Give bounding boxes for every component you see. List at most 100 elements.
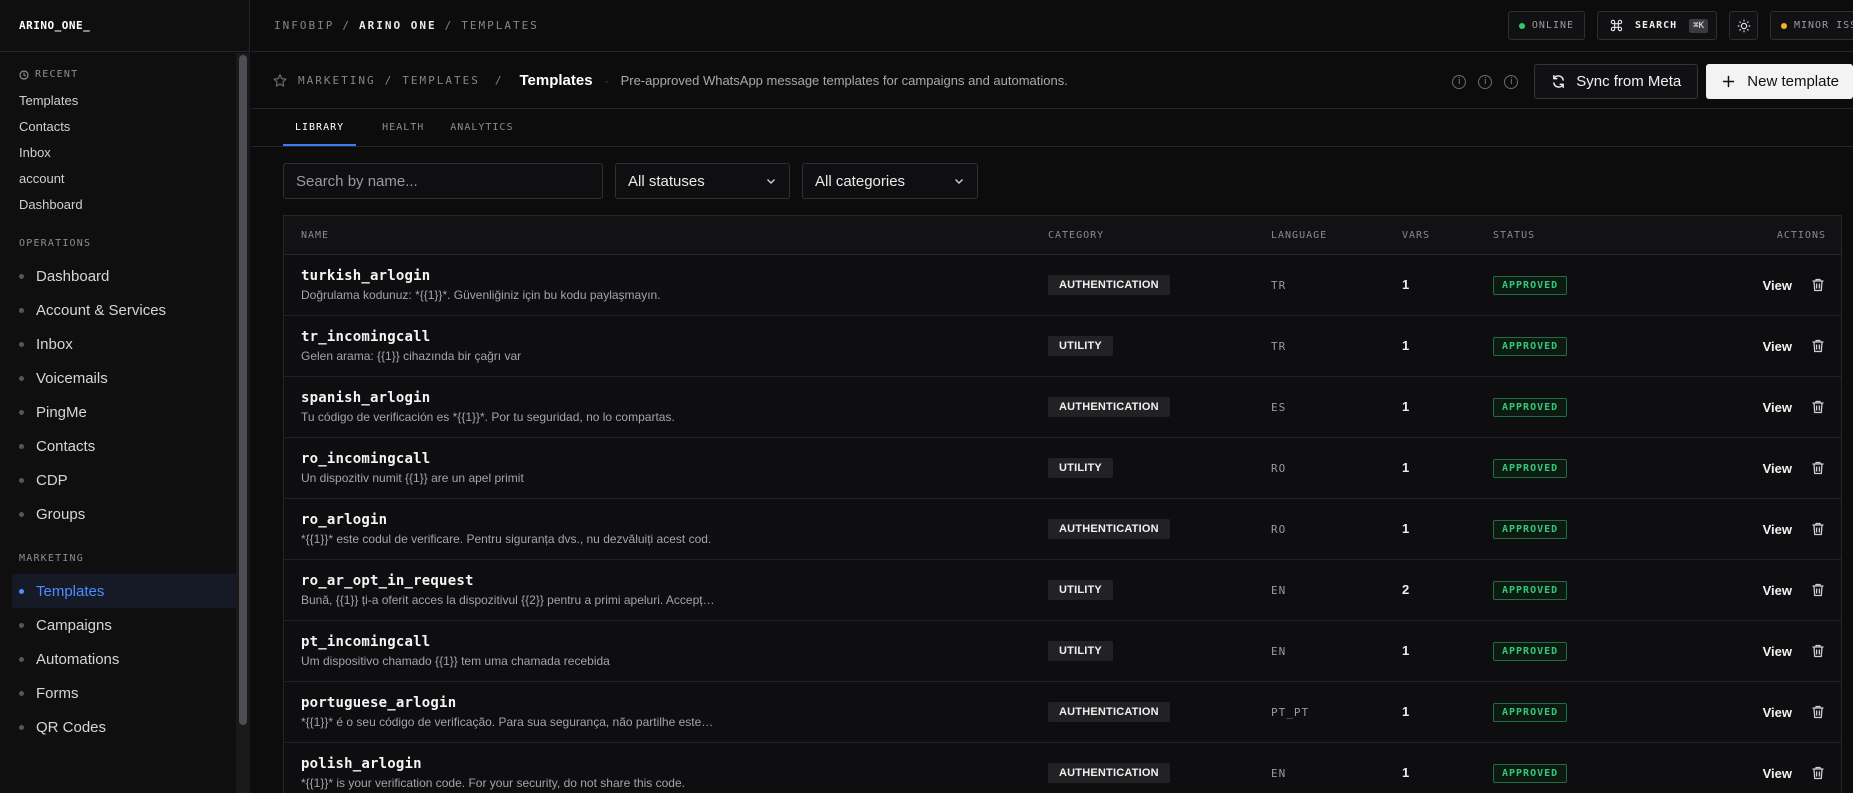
template-name[interactable]: portuguese_arlogin xyxy=(301,695,1048,711)
marketing-heading: MARKETING xyxy=(19,553,84,564)
star-icon[interactable] xyxy=(272,73,288,89)
column-header-vars[interactable]: VARS xyxy=(1402,230,1493,241)
sidebar-item-contacts[interactable]: Contacts xyxy=(12,429,236,463)
sidebar-scrollbar[interactable] xyxy=(236,53,250,793)
recent-item-dashboard[interactable]: Dashboard xyxy=(19,192,236,218)
trash-icon[interactable] xyxy=(1810,338,1826,354)
view-button[interactable]: View xyxy=(1763,583,1792,598)
language-code: EN xyxy=(1271,767,1287,780)
table-row[interactable]: ro_arlogin *{{1}}* este codul de verific… xyxy=(284,499,1841,560)
view-button[interactable]: View xyxy=(1763,339,1792,354)
sidebar-item-dashboard[interactable]: Dashboard xyxy=(12,259,236,293)
template-name[interactable]: ro_ar_opt_in_request xyxy=(301,573,1048,589)
tab-library[interactable]: LIBRARY xyxy=(283,110,357,146)
column-header-category[interactable]: CATEGORY xyxy=(1048,230,1271,241)
sidebar-item-pingme[interactable]: PingMe xyxy=(12,395,236,429)
column-header-language[interactable]: LANGUAGE xyxy=(1271,230,1402,241)
template-name[interactable]: pt_incomingcall xyxy=(301,634,1048,650)
new-template-button[interactable]: New template xyxy=(1706,64,1853,99)
view-button[interactable]: View xyxy=(1763,400,1792,415)
template-name[interactable]: polish_arlogin xyxy=(301,756,1048,772)
template-name[interactable]: ro_arlogin xyxy=(301,512,1048,528)
view-button[interactable]: View xyxy=(1763,705,1792,720)
template-name[interactable]: turkish_arlogin xyxy=(301,268,1048,284)
sidebar-item-templates[interactable]: Templates xyxy=(12,574,236,608)
theme-toggle-button[interactable] xyxy=(1729,11,1758,40)
tab-analytics[interactable]: ANALYTICS xyxy=(450,110,513,146)
template-name[interactable]: spanish_arlogin xyxy=(301,390,1048,406)
recent-item-account[interactable]: account xyxy=(19,166,236,192)
crumb-marketing[interactable]: MARKETING xyxy=(298,74,376,87)
trash-icon[interactable] xyxy=(1810,460,1826,476)
sidebar-item-label: Automations xyxy=(36,650,120,668)
table-row[interactable]: polish_arlogin *{{1}}* is your verificat… xyxy=(284,743,1841,793)
sidebar-item-automations[interactable]: Automations xyxy=(12,642,236,676)
trash-icon[interactable] xyxy=(1810,521,1826,537)
template-body-preview: *{{1}}* este codul de verificare. Pentru… xyxy=(301,532,712,546)
sidebar-item-forms[interactable]: Forms xyxy=(12,676,236,710)
template-name[interactable]: ro_incomingcall xyxy=(301,451,1048,467)
table-row[interactable]: turkish_arlogin Doğrulama kodunuz: *{{1}… xyxy=(284,255,1841,316)
bullet-icon xyxy=(19,511,24,517)
crumb-infobip[interactable]: INFOBIP xyxy=(274,19,334,32)
sidebar-item-voicemails[interactable]: Voicemails xyxy=(12,361,236,395)
sidebar-item-label: Campaigns xyxy=(36,616,112,634)
tab-health[interactable]: HEALTH xyxy=(382,110,424,146)
recent-item-templates[interactable]: Templates xyxy=(19,88,236,114)
column-header-name[interactable]: NAME xyxy=(284,230,1048,241)
trash-icon[interactable] xyxy=(1810,765,1826,781)
recent-item-inbox[interactable]: Inbox xyxy=(19,140,236,166)
view-button[interactable]: View xyxy=(1763,766,1792,781)
vars-count: 1 xyxy=(1402,521,1410,536)
view-button[interactable]: View xyxy=(1763,522,1792,537)
brand-logo[interactable]: ARINO_ONE_ xyxy=(0,0,249,52)
sidebar-item-inbox[interactable]: Inbox xyxy=(12,327,236,361)
trash-icon[interactable] xyxy=(1810,277,1826,293)
trash-icon[interactable] xyxy=(1810,704,1826,720)
template-body-preview: Bună, {{1}} ți-a oferit acces la dispozi… xyxy=(301,593,715,607)
actions-cell: View xyxy=(1693,399,1841,415)
actions-cell: View xyxy=(1693,704,1841,720)
sidebar-item-groups[interactable]: Groups xyxy=(12,497,236,531)
vars-count: 1 xyxy=(1402,765,1410,780)
recent-item-contacts[interactable]: Contacts xyxy=(19,114,236,140)
info-icon[interactable]: i xyxy=(1452,74,1467,89)
category-filter-select[interactable]: All categories xyxy=(802,163,978,199)
templates-table: NAME CATEGORY LANGUAGE VARS STATUS ACTIO… xyxy=(283,215,1842,793)
tabs-divider xyxy=(251,146,1853,147)
sidebar-item-cdp[interactable]: CDP xyxy=(12,463,236,497)
search-input[interactable] xyxy=(283,163,603,199)
status-filter-select[interactable]: All statuses xyxy=(615,163,790,199)
table-row[interactable]: portuguese_arlogin *{{1}}* é o seu códig… xyxy=(284,682,1841,743)
sidebar-item-account-services[interactable]: Account & Services xyxy=(12,293,236,327)
table-row[interactable]: tr_incomingcall Gelen arama: {{1}} cihaz… xyxy=(284,316,1841,377)
table-row[interactable]: pt_incomingcall Um dispositivo chamado {… xyxy=(284,621,1841,682)
table-row[interactable]: ro_ar_opt_in_request Bună, {{1}} ți-a of… xyxy=(284,560,1841,621)
bullet-icon xyxy=(19,409,24,415)
top-actions: ONLINE SEARCH ⌘K MINOR ISSUE xyxy=(1507,11,1853,40)
sidebar-item-label: Dashboard xyxy=(36,267,110,285)
warning-dot-icon xyxy=(1781,22,1787,29)
view-button[interactable]: View xyxy=(1763,461,1792,476)
trash-icon[interactable] xyxy=(1810,643,1826,659)
search-button[interactable]: SEARCH ⌘K xyxy=(1597,11,1717,40)
trash-icon[interactable] xyxy=(1810,399,1826,415)
table-row[interactable]: ro_incomingcall Un dispozitiv numit {{1}… xyxy=(284,438,1841,499)
info-icon[interactable]: i xyxy=(1478,74,1493,89)
system-status[interactable]: MINOR ISSUE xyxy=(1770,11,1853,40)
sidebar-scrollbar-thumb[interactable] xyxy=(239,55,247,725)
trash-icon[interactable] xyxy=(1810,582,1826,598)
crumb-arino-one[interactable]: ARINO ONE xyxy=(359,19,437,32)
sidebar-item-qr-codes[interactable]: QR Codes xyxy=(12,710,236,744)
template-name[interactable]: tr_incomingcall xyxy=(301,329,1048,345)
table-row[interactable]: spanish_arlogin Tu código de verificació… xyxy=(284,377,1841,438)
view-button[interactable]: View xyxy=(1763,278,1792,293)
sync-from-meta-button[interactable]: Sync from Meta xyxy=(1534,64,1699,99)
plus-icon xyxy=(1723,75,1735,88)
language-cell: PT_PT xyxy=(1271,703,1402,721)
column-header-status[interactable]: STATUS xyxy=(1493,230,1693,241)
info-icon[interactable]: i xyxy=(1504,74,1519,89)
sidebar-item-campaigns[interactable]: Campaigns xyxy=(12,608,236,642)
view-button[interactable]: View xyxy=(1763,644,1792,659)
crumb-separator: / xyxy=(342,19,351,32)
